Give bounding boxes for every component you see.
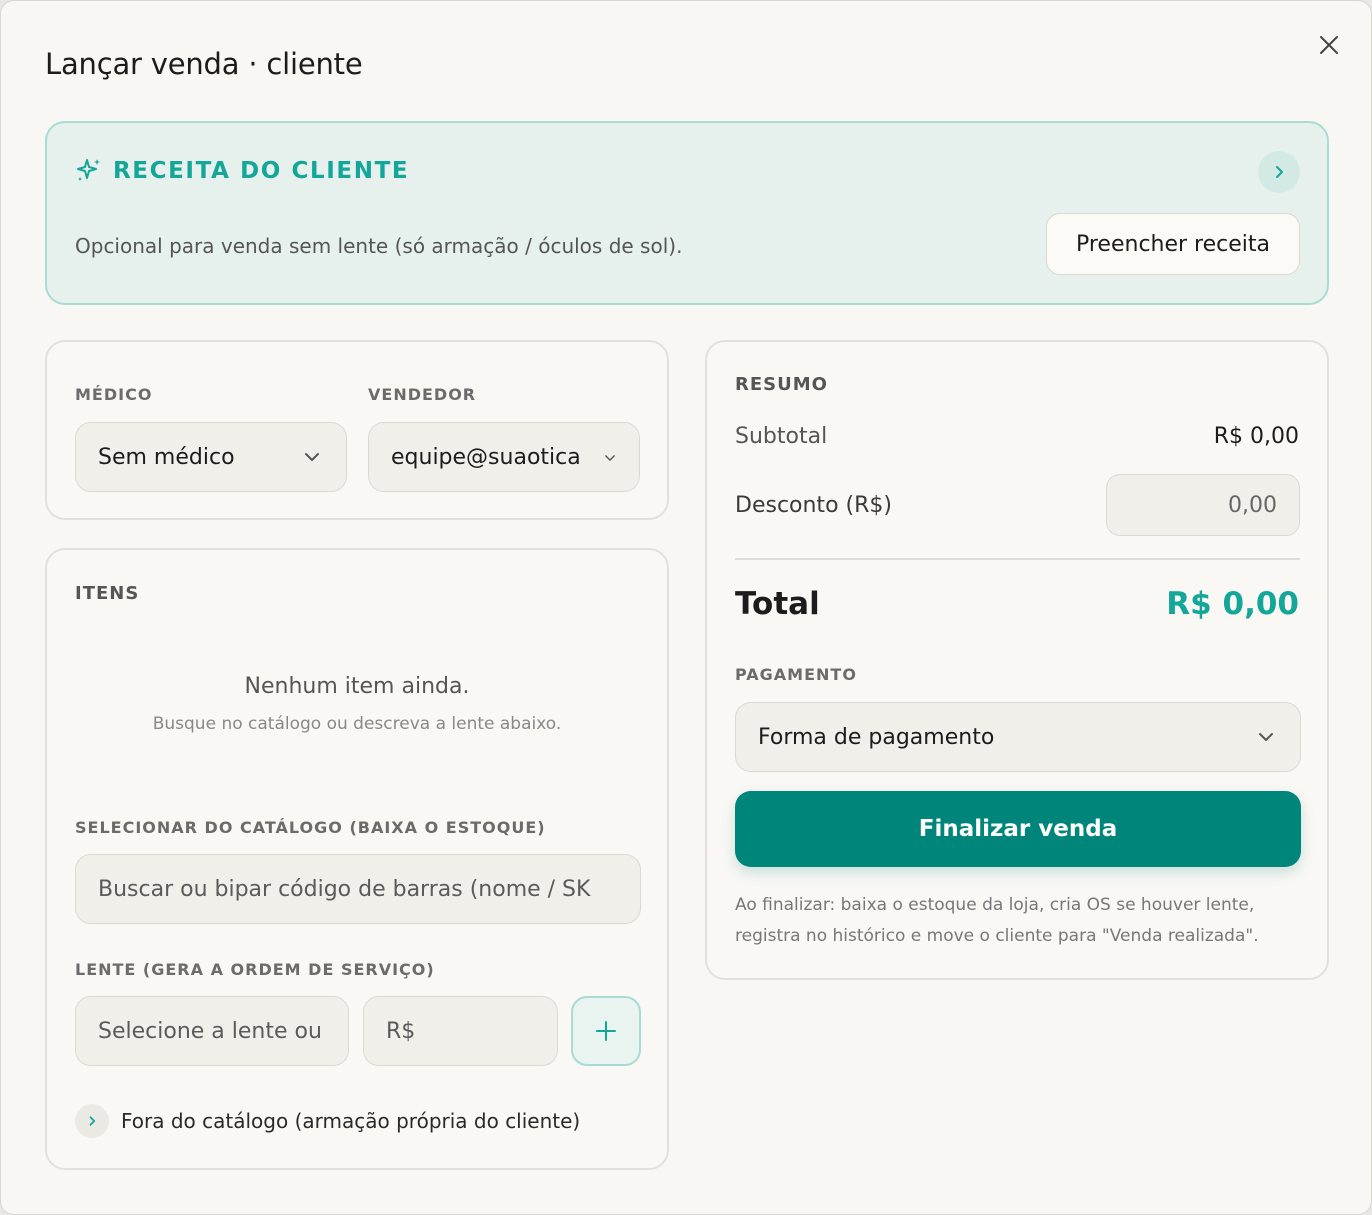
receita-title: RECEITA DO CLIENTE [113, 158, 410, 184]
fora-catalogo-label: Fora do catálogo (armação própria do cli… [121, 1109, 581, 1133]
empty-state-title: Nenhum item ainda. [244, 674, 470, 699]
total-value: R$ 0,00 [1166, 586, 1299, 622]
medico-label: MÉDICO [75, 385, 153, 404]
chevron-down-icon [305, 453, 319, 461]
payment-label: PAGAMENTO [735, 665, 857, 684]
items-card: ITENS Nenhum item ainda. Busque no catál… [45, 548, 669, 1170]
medico-select[interactable]: Sem médico [75, 422, 347, 492]
summary-card: RESUMO Subtotal R$ 0,00 Desconto (R$) 0,… [705, 340, 1329, 980]
subtotal-label: Subtotal [735, 424, 828, 449]
close-icon [1320, 36, 1338, 54]
close-button[interactable] [1311, 27, 1347, 63]
payment-select-value: Forma de pagamento [758, 724, 995, 750]
receita-header: RECEITA DO CLIENTE [75, 157, 409, 185]
vendedor-label: VENDEDOR [368, 385, 477, 404]
vendedor-select-value: equipe@suaotica [391, 444, 581, 470]
summary-divider [735, 558, 1300, 560]
catalog-search-input[interactable]: Buscar ou bipar código de barras (nome /… [75, 854, 641, 924]
payment-select[interactable]: Forma de pagamento [735, 702, 1301, 772]
receita-panel: RECEITA DO CLIENTE Opcional para venda s… [45, 121, 1329, 305]
sale-modal: Lançar venda · cliente RECEITA DO CLIENT… [0, 0, 1372, 1215]
people-card: MÉDICO VENDEDOR Sem médico equipe@suaoti… [45, 340, 669, 520]
discount-input[interactable]: 0,00 [1106, 474, 1300, 536]
fora-chevron [75, 1104, 109, 1138]
summary-title: RESUMO [735, 374, 828, 395]
fill-receita-button[interactable]: Preencher receita [1046, 213, 1300, 275]
chevron-down-icon [605, 455, 615, 461]
chevron-down-icon [1259, 733, 1273, 741]
lens-select-input[interactable]: Selecione a lente ou [75, 996, 349, 1066]
subtotal-value: R$ 0,00 [1213, 424, 1299, 449]
chevron-right-icon [1276, 166, 1283, 178]
empty-state-subtitle: Busque no catálogo ou descreva a lente a… [152, 714, 562, 734]
lens-label: LENTE (GERA A ORDEM DE SERVIÇO) [75, 960, 435, 979]
items-title: ITENS [75, 583, 140, 604]
plus-icon [596, 1021, 616, 1041]
finalize-sale-button[interactable]: Finalizar venda [735, 791, 1301, 867]
discount-label: Desconto (R$) [735, 493, 892, 518]
chevron-right-icon [89, 1116, 96, 1126]
modal-title: Lançar venda · cliente [45, 47, 363, 81]
lens-price-input[interactable]: R$ [363, 996, 558, 1066]
total-label: Total [735, 586, 820, 622]
medico-select-value: Sem médico [98, 444, 235, 470]
fora-catalogo-toggle[interactable]: Fora do catálogo (armação própria do cli… [75, 1104, 580, 1138]
receita-description: Opcional para venda sem lente (só armaçã… [75, 234, 683, 258]
finalize-note: Ao finalizar: baixa o estoque da loja, c… [735, 895, 1259, 946]
catalog-label: SELECIONAR DO CATÁLOGO (BAIXA O ESTOQUE) [75, 818, 546, 837]
receita-expand-button[interactable] [1258, 151, 1300, 193]
add-lens-button[interactable] [571, 996, 641, 1066]
sparkle-icon [77, 159, 100, 181]
vendedor-select[interactable]: equipe@suaotica [368, 422, 640, 492]
